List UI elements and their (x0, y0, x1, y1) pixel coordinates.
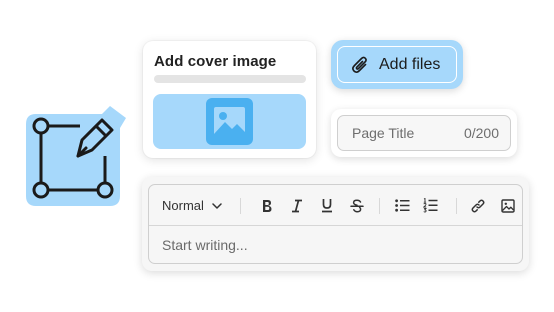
strikethrough-button[interactable] (347, 185, 367, 226)
text-style-select[interactable]: Normal (162, 185, 222, 226)
text-style-value: Normal (162, 198, 204, 213)
link-icon (471, 199, 485, 212)
cover-image-dropzone[interactable] (153, 94, 306, 149)
toolbar-separator (379, 198, 380, 214)
add-files-label: Add files (379, 55, 441, 73)
editor-content-area[interactable]: Start writing... (149, 226, 522, 253)
bulleted-list-button[interactable] (392, 185, 412, 226)
editor-frame: Normal Start writing... (148, 184, 523, 264)
page-title-placeholder: Page Title (352, 125, 415, 141)
bold-icon (263, 199, 272, 212)
cover-image-card: Add cover image (143, 41, 316, 158)
italic-icon (292, 199, 302, 212)
cover-image-subtitle-placeholder (154, 75, 306, 83)
numbered-list-icon (422, 198, 437, 213)
chevron-down-icon (212, 202, 222, 209)
canvas: Add cover image Add files Page Title 0/2… (0, 0, 554, 312)
add-files-container: Add files (331, 40, 463, 89)
bulleted-list-icon (394, 199, 409, 212)
page-title-input[interactable]: Page Title 0/200 (337, 115, 511, 151)
editor-toolbar: Normal (149, 185, 522, 226)
insert-image-button[interactable] (498, 185, 518, 226)
paperclip-icon (352, 56, 367, 73)
link-button[interactable] (468, 185, 488, 226)
page-title-container: Page Title 0/200 (331, 109, 517, 157)
underline-button[interactable] (317, 185, 337, 226)
rich-text-editor: Normal Start writing... (142, 177, 529, 271)
numbered-list-button[interactable] (420, 185, 440, 226)
underline-icon (322, 199, 332, 213)
add-files-button[interactable]: Add files (337, 46, 457, 83)
bold-button[interactable] (257, 185, 277, 226)
toolbar-separator (456, 198, 457, 214)
cover-image-title: Add cover image (154, 53, 277, 70)
strikethrough-icon (350, 198, 364, 213)
page-title-char-counter: 0/200 (463, 125, 499, 141)
editor-placeholder: Start writing... (162, 237, 248, 253)
image-icon (206, 98, 253, 145)
toolbar-separator (240, 198, 241, 214)
design-vector-icon (26, 106, 126, 206)
image-icon (501, 198, 515, 213)
italic-button[interactable] (287, 185, 307, 226)
